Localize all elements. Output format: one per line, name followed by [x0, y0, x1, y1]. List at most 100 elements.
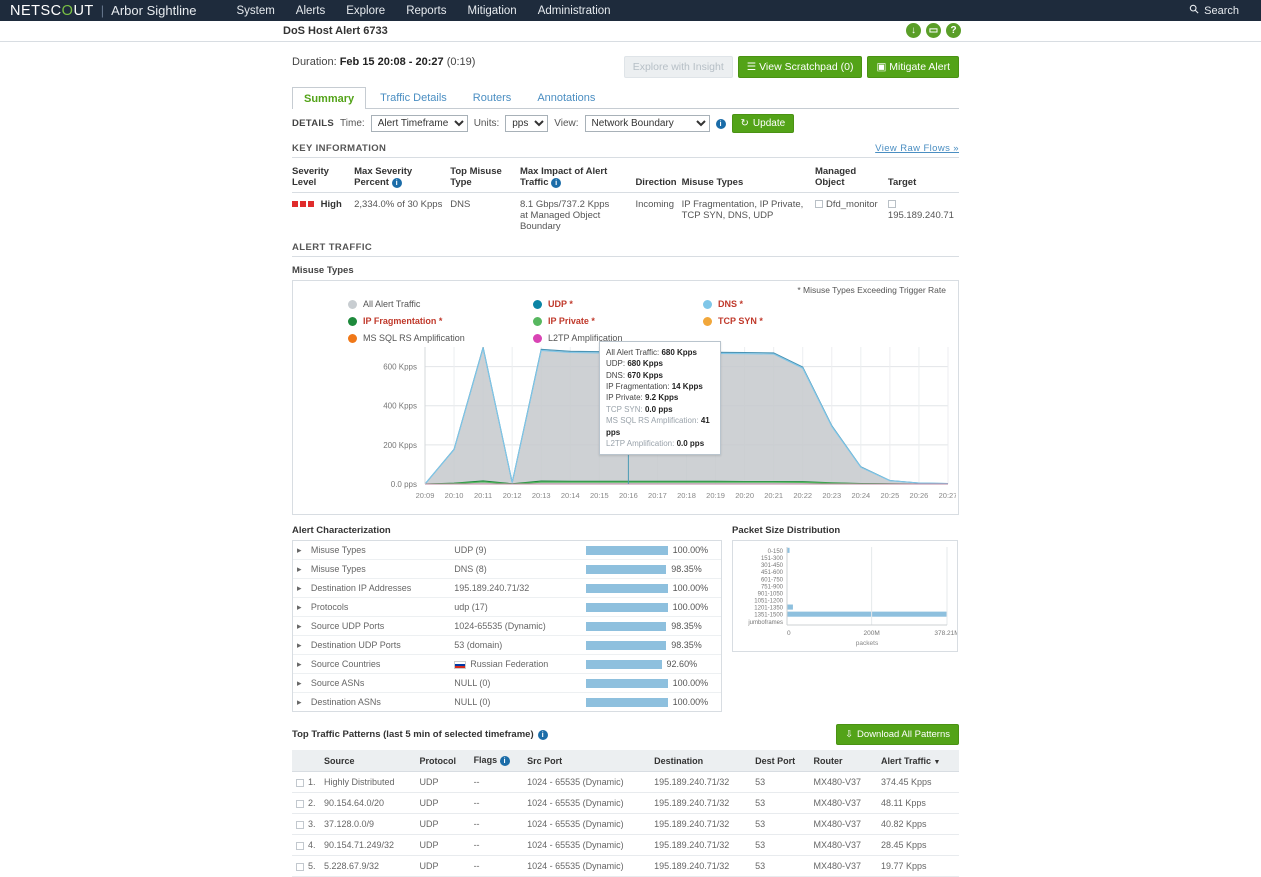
svg-text:751-900: 751-900: [761, 584, 784, 590]
nav-item-administration[interactable]: Administration: [538, 5, 611, 17]
characterization-row: ▸ Destination IP Addresses 195.189.240.71/…: [293, 578, 721, 598]
update-label: Update: [752, 118, 786, 129]
legend-item-tcp-syn[interactable]: TCP SYN *: [703, 316, 823, 326]
view-raw-flows-link[interactable]: View Raw Flows »: [875, 143, 959, 154]
misuse-types-chart-panel: * Misuse Types Exceeding Trigger Rate Al…: [292, 280, 959, 515]
characterization-percent: 92.60%: [666, 659, 698, 669]
cell-router: MX480-V37: [809, 834, 877, 856]
trigger-rate-note: * Misuse Types Exceeding Trigger Rate: [797, 285, 946, 295]
col-src-port[interactable]: Src Port: [523, 750, 651, 772]
time-select[interactable]: Alert Timeframe: [370, 115, 468, 132]
svg-text:20:19: 20:19: [706, 491, 725, 500]
mitigate-alert-button[interactable]: ▣ Mitigate Alert: [867, 56, 959, 78]
legend-item-dns[interactable]: DNS *: [703, 299, 823, 309]
col-max-severity-percent: Max Severity Percent i: [354, 163, 451, 193]
col-source[interactable]: Source: [320, 750, 416, 772]
help-circle-icon[interactable]: ?: [946, 23, 961, 38]
row-expander[interactable]: ▸: [293, 541, 307, 560]
row-checkbox[interactable]: [296, 799, 304, 808]
top-traffic-table: Source Protocol Flags i Src Port Destination…: [292, 750, 959, 877]
managed-object-checkbox[interactable]: [814, 200, 823, 209]
legend-item-udp[interactable]: UDP *: [533, 299, 703, 309]
comment-circle-icon[interactable]: ▭: [926, 23, 941, 38]
row-index: 4.: [292, 834, 320, 856]
cell-dest-port: 53: [751, 771, 810, 793]
max-severity-percent-cell: 2,334.0% of 30 Kpps: [354, 199, 443, 210]
cell-src-port: 1024 - 65535 (Dynamic): [523, 792, 651, 814]
table-row[interactable]: 1. Highly Distributed UDP -- 1024 - 65535 (D…: [292, 771, 959, 793]
update-button[interactable]: ↻ Update: [731, 114, 795, 133]
legend-item-all-alert-traffic[interactable]: All Alert Traffic: [348, 299, 533, 309]
download-all-patterns-button[interactable]: ⇩ Download All Patterns: [836, 724, 959, 745]
view-select[interactable]: Network Boundary: [584, 115, 710, 132]
legend-item-ip-fragmentation[interactable]: IP Fragmentation *: [348, 316, 533, 326]
units-select[interactable]: pps: [505, 115, 549, 132]
target-cell: 195.189.240.71: [887, 193, 959, 239]
characterization-value: NULL (0): [450, 673, 582, 693]
characterization-bar-cell: 100.00%: [581, 673, 721, 693]
brand-logo[interactable]: NETSCOUT | Arbor Sightline: [10, 3, 196, 19]
target-checkbox[interactable]: [887, 200, 896, 209]
tab-traffic-details[interactable]: Traffic Details: [368, 86, 459, 108]
view-info-icon[interactable]: i: [715, 118, 726, 129]
row-checkbox[interactable]: [296, 841, 304, 850]
characterization-bar: [585, 621, 667, 631]
nav-item-reports[interactable]: Reports: [406, 5, 446, 17]
legend-item-ip-private[interactable]: IP Private *: [533, 316, 703, 326]
characterization-key: Protocols: [306, 597, 451, 617]
nav-item-system[interactable]: System: [236, 5, 274, 17]
col-dest-port[interactable]: Dest Port: [751, 750, 810, 772]
tab-annotations[interactable]: Annotations: [525, 86, 607, 108]
svg-text:600 Kpps: 600 Kpps: [383, 363, 417, 372]
col-flags[interactable]: Flags i: [469, 750, 524, 772]
alert-action-buttons: Explore with Insight ☰ View Scratchpad (…: [623, 56, 959, 78]
tab-routers[interactable]: Routers: [461, 86, 524, 108]
characterization-value-text: NULL (0): [454, 678, 491, 688]
characterization-percent: 100.00%: [672, 697, 709, 707]
row-expander[interactable]: ▸: [293, 559, 307, 579]
row-expander[interactable]: ▸: [293, 616, 307, 636]
characterization-value: 195.189.240.71/32: [450, 578, 582, 598]
refresh-icon: ↻: [740, 118, 749, 129]
view-scratchpad-button[interactable]: ☰ View Scratchpad (0): [737, 56, 863, 78]
nav-item-alerts[interactable]: Alerts: [296, 5, 325, 17]
tab-summary[interactable]: Summary: [292, 87, 367, 109]
row-expander[interactable]: ▸: [293, 673, 307, 693]
col-protocol[interactable]: Protocol: [415, 750, 470, 772]
col-destination[interactable]: Destination: [650, 750, 752, 772]
search-button[interactable]: Search: [1189, 4, 1251, 17]
row-expander[interactable]: ▸: [293, 578, 307, 598]
row-checkbox[interactable]: [296, 862, 304, 871]
explore-with-insight-button[interactable]: Explore with Insight: [623, 56, 733, 78]
table-row[interactable]: 5. 5.228.67.9/32 UDP -- 1024 - 65535 (Dynami…: [292, 855, 959, 877]
max-impact-info-icon[interactable]: i: [551, 178, 562, 188]
top-traffic-info-icon[interactable]: i: [537, 729, 548, 740]
duration-label: Duration:: [292, 56, 337, 68]
characterization-row: ▸ Misuse Types DNS (8) 98.35%: [293, 559, 721, 579]
table-row[interactable]: 2. 90.154.64.0/20 UDP -- 1024 - 65535 (Dynam…: [292, 792, 959, 814]
header-action-icons: ↓ ▭ ?: [906, 23, 961, 38]
svg-text:901-1050: 901-1050: [758, 591, 784, 597]
row-checkbox[interactable]: [296, 820, 304, 829]
characterization-percent: 98.35%: [671, 621, 702, 631]
row-expander[interactable]: ▸: [293, 654, 307, 674]
svg-text:0-150: 0-150: [768, 549, 784, 555]
max-severity-info-icon[interactable]: i: [391, 178, 402, 188]
tooltip-row: TCP SYN: 0.0 pps: [606, 404, 673, 414]
table-row[interactable]: 3. 37.128.0.0/9 UDP -- 1024 - 65535 (Dynamic…: [292, 813, 959, 835]
table-row[interactable]: 4. 90.154.71.249/32 UDP -- 1024 - 65535 (Dyn…: [292, 834, 959, 856]
col-alert-traffic[interactable]: Alert Traffic ▼: [876, 750, 959, 772]
row-checkbox[interactable]: [296, 778, 304, 787]
nav-item-mitigation[interactable]: Mitigation: [467, 5, 516, 17]
page-body: Duration: Feb 15 20:08 - 20:27 (0:19) Ex…: [0, 42, 1261, 877]
col-router[interactable]: Router: [809, 750, 877, 772]
row-expander[interactable]: ▸: [293, 635, 307, 655]
cell-destination: 195.189.240.71/32: [650, 813, 752, 835]
flags-info-icon[interactable]: i: [499, 756, 510, 766]
packet-size-panel: Packet Size Distribution 0-150 151-300 301…: [732, 525, 960, 712]
download-circle-icon[interactable]: ↓: [906, 23, 921, 38]
row-expander[interactable]: ▸: [293, 597, 307, 617]
row-expander[interactable]: ▸: [293, 693, 307, 712]
nav-item-explore[interactable]: Explore: [346, 5, 385, 17]
svg-text:1351-1500: 1351-1500: [754, 613, 783, 619]
